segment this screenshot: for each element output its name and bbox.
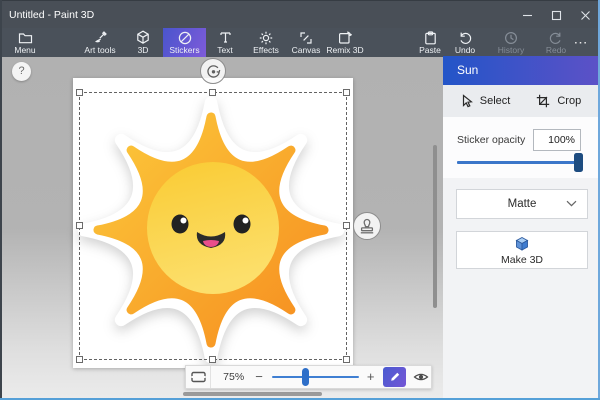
zoom-in-button[interactable]: + [367,370,375,383]
horizontal-scrollbar[interactable] [183,392,322,396]
sticker-opacity-section: Sticker opacity [443,117,598,178]
make-3d-label: Make 3D [500,253,543,266]
sticker-opacity-slider[interactable] [457,152,583,172]
maximize-button[interactable] [542,1,571,29]
undo-icon [458,30,472,45]
crop-icon [537,94,550,108]
selection-box[interactable] [76,89,350,363]
toolbar-item-remix-3d[interactable]: Remix 3D [319,28,371,57]
history-clock-icon [504,30,518,45]
toolbar-item-art-tools[interactable]: Art tools [74,28,126,57]
toolbar-item-3d[interactable]: 3D [126,28,160,57]
rotate-icon [206,64,220,78]
finish-dropdown[interactable]: Matte [456,189,588,219]
canvas-workspace: ? 75% − + [0,57,443,400]
zoom-slider-thumb[interactable] [301,368,309,386]
pencil-icon [390,372,399,381]
select-cursor-icon [462,94,473,108]
canvas-expand-icon [299,30,313,45]
toolbar-item-undo[interactable]: Undo [443,28,487,57]
maximize-icon [551,10,562,20]
crop-tool-button[interactable]: Crop [536,94,581,108]
toolbar-item-menu[interactable]: Menu [6,28,44,57]
sticker-icon [178,30,192,45]
paste-clipboard-icon [424,30,437,45]
fit-to-window-icon [190,371,206,383]
finish-selected-value: Matte [507,198,537,210]
chevron-down-icon [566,198,577,210]
selection-handle-e[interactable] [343,222,350,229]
effects-sun-icon [259,30,273,45]
edit-mode-button[interactable] [383,367,406,387]
make-3d-button[interactable]: Make 3D [456,231,588,269]
zoom-bar: 75% − + [185,365,432,389]
selection-handle-n[interactable] [209,89,216,96]
minimize-icon [523,14,532,16]
selection-handle-ne[interactable] [343,89,350,96]
close-button[interactable] [571,1,600,29]
close-icon [581,10,590,20]
sticker-opacity-slider-thumb[interactable] [574,152,583,172]
select-tool-button[interactable]: Select [460,94,510,108]
zoom-out-button[interactable]: − [255,370,263,383]
more-options-button[interactable]: ⋯ [570,29,592,55]
brush-icon [93,30,107,45]
stamp-handle[interactable] [353,212,381,240]
toolbar: Menu Art tools 3D Stickers Text Effects … [0,28,600,57]
selection-handle-s[interactable] [209,356,216,363]
toolbar-item-history[interactable]: History [489,28,533,57]
vertical-scrollbar[interactable] [433,145,437,308]
sticker-side-panel: Sun Select Crop Sticker opacity 100% Mat… [443,56,598,400]
toolbar-item-effects[interactable]: Effects [244,28,288,57]
window-title: Untitled - Paint 3D [9,9,95,21]
zoom-level-value[interactable]: 75% [223,371,244,383]
3d-shapes-icon [136,30,150,45]
make-3d-cube-icon [515,236,529,251]
stamp-icon [360,218,374,234]
text-icon [219,30,232,45]
rotate-handle[interactable] [200,58,226,84]
help-button[interactable]: ? [12,62,31,81]
window-border-left [0,0,2,400]
selection-handle-sw[interactable] [76,356,83,363]
panel-title: Sun [443,56,598,85]
sticker-opacity-input[interactable] [533,129,581,151]
minimize-button[interactable] [513,1,542,29]
panel-tools-row: Select Crop [443,85,598,117]
selection-handle-se[interactable] [343,356,350,363]
eye-icon [413,373,429,381]
toolbar-item-stickers[interactable]: Stickers [163,28,206,57]
zoom-slider[interactable] [271,368,359,386]
titlebar: Untitled - Paint 3D [0,0,600,28]
paint3d-window: Untitled - Paint 3D Menu Art tools 3D St… [0,0,600,400]
sticker-opacity-label: Sticker opacity [457,134,526,146]
redo-icon [549,30,563,45]
view-mode-button[interactable] [412,367,431,387]
menu-folder-icon [18,30,33,45]
remix-3d-icon [338,30,352,45]
fit-to-window-button[interactable] [186,366,212,388]
selection-handle-w[interactable] [76,222,83,229]
selection-handle-nw[interactable] [76,89,83,96]
toolbar-item-text[interactable]: Text [207,28,243,57]
